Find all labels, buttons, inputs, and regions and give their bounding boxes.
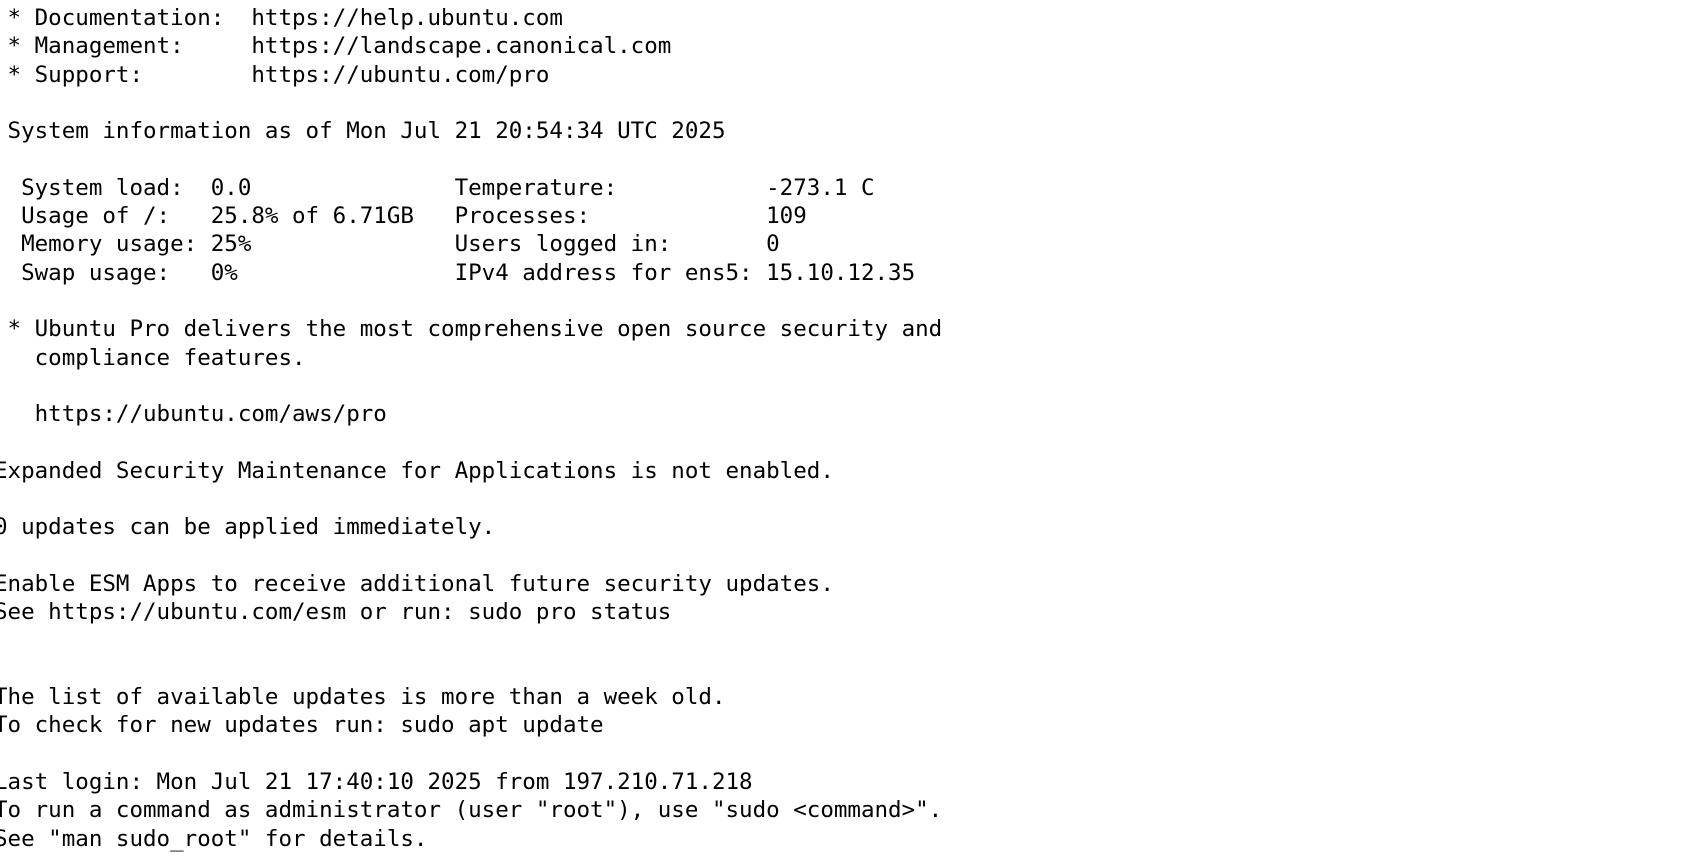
sudo-hint-line: To run a command as administrator (user …: [0, 797, 943, 824]
esm-apps-line: Enable ESM Apps to receive additional fu…: [0, 570, 834, 597]
terminal-output[interactable]: * Documentation: https://help.ubuntu.com…: [0, 4, 1686, 864]
esm-status-line: Expanded Security Maintenance for Applic…: [0, 457, 834, 484]
swap-usage-row: Swap usage: 0% IPv4 address for ens5: 15…: [0, 259, 916, 286]
updates-stale-line: The list of available updates is more th…: [0, 684, 726, 711]
system-load-row: System load: 0.0 Temperature: -273.1 C: [0, 174, 875, 201]
esm-see-line: See https://ubuntu.com/esm or run: sudo …: [0, 599, 672, 626]
sudo-root-man-line: See "man sudo_root" for details.: [0, 825, 428, 852]
last-login-line: Last login: Mon Jul 21 17:40:10 2025 fro…: [0, 769, 753, 796]
ubuntu-pro-notice: * Ubuntu Pro delivers the most comprehen…: [0, 316, 943, 343]
motd-support-line: * Support: https://ubuntu.com/pro: [0, 61, 550, 88]
apt-update-hint-line: To check for new updates run: sudo apt u…: [0, 712, 604, 739]
motd-documentation-line: * Documentation: https://help.ubuntu.com: [0, 5, 563, 31]
system-info-header: System information as of Mon Jul 21 20:5…: [0, 118, 726, 145]
motd-management-line: * Management: https://landscape.canonica…: [0, 33, 672, 60]
updates-count-line: 0 updates can be applied immediately.: [0, 514, 496, 541]
ubuntu-pro-notice-cont: compliance features.: [0, 344, 306, 371]
ubuntu-pro-link: https://ubuntu.com/aws/pro: [0, 401, 387, 428]
disk-usage-row: Usage of /: 25.8% of 6.71GB Processes: 1…: [0, 203, 807, 230]
memory-usage-row: Memory usage: 25% Users logged in: 0: [0, 231, 780, 258]
